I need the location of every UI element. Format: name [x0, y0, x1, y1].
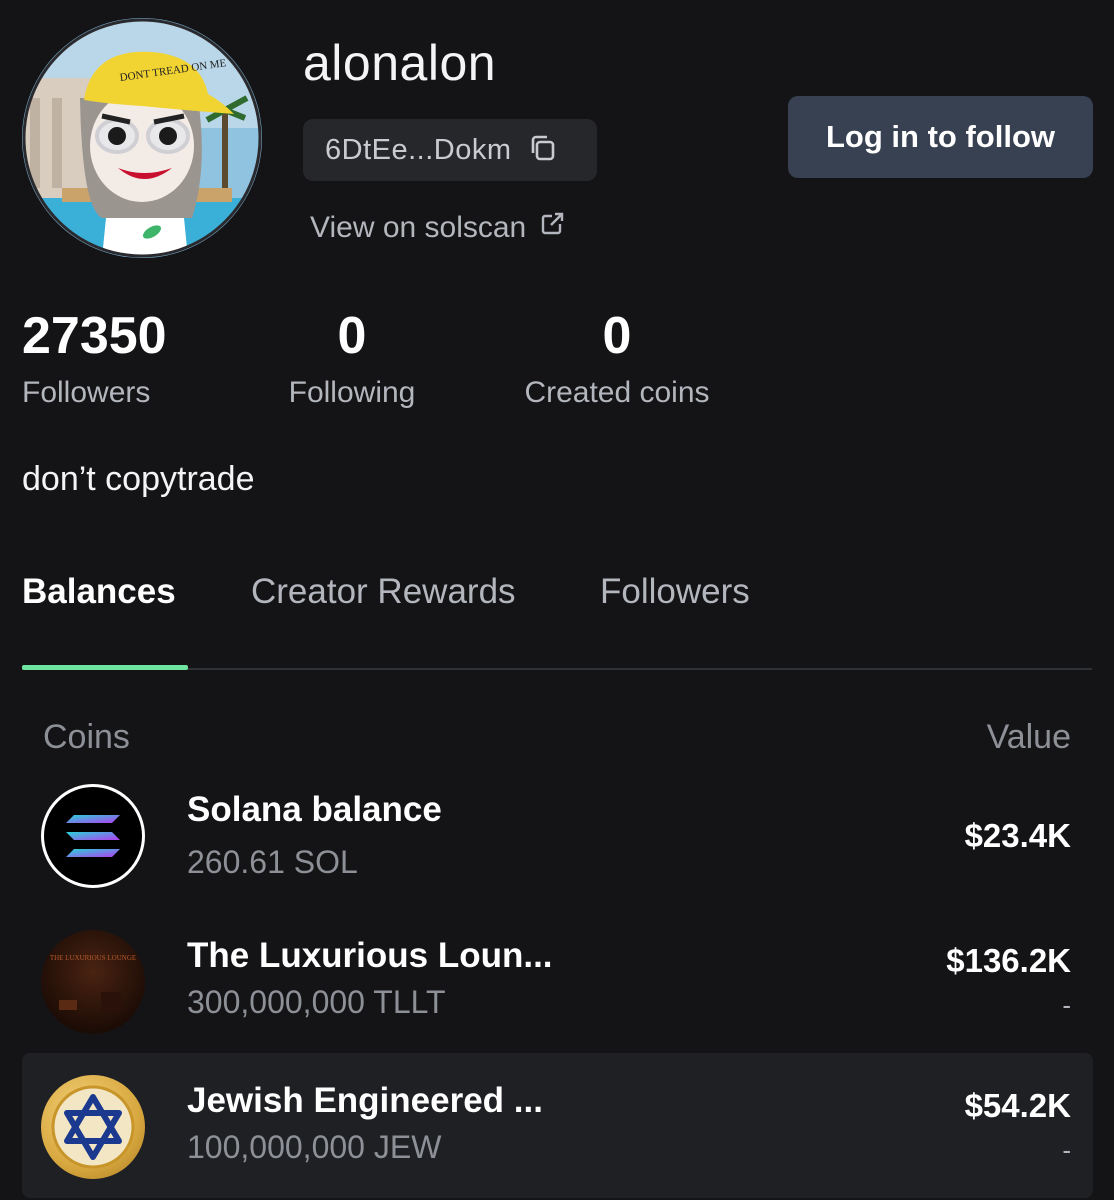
coin-value: $23.4K — [964, 817, 1071, 854]
luxurious-lounge-coin-icon: THE LUXURIOUS LOUNGE — [41, 930, 145, 1034]
coin-change: - — [1062, 990, 1071, 1020]
created-coins-label: Created coins — [524, 376, 710, 409]
following-label: Following — [288, 376, 416, 409]
view-on-solscan-link[interactable]: View on solscan — [310, 210, 566, 246]
coin-name: Jewish Engineered ... — [187, 1081, 543, 1120]
balance-row-solana[interactable]: Solana balance 260.61 SOL $23.4K — [22, 762, 1093, 907]
profile-bio: don’t copytrade — [22, 460, 255, 498]
followers-stat[interactable]: 27350 Followers — [22, 308, 167, 410]
username: alonalon — [303, 35, 497, 91]
created-coins-stat[interactable]: 0 Created coins — [515, 308, 719, 410]
followers-label: Followers — [22, 376, 151, 409]
tab-followers[interactable]: Followers — [600, 572, 750, 612]
profile-page: DONT TREAD ON ME alonalon 6DtEe...Dokm V… — [0, 0, 1114, 1200]
coin-name: Solana balance — [187, 790, 442, 829]
created-coins-count: 0 — [602, 307, 632, 365]
profile-avatar: DONT TREAD ON ME — [22, 18, 262, 258]
following-stat[interactable]: 0 Following — [284, 308, 420, 410]
coin-icon-text: THE LUXURIOUS LOUNGE — [50, 954, 136, 962]
solana-logo-icon — [41, 784, 145, 888]
copy-icon[interactable] — [528, 133, 558, 168]
value-column-header: Value — [986, 718, 1071, 756]
balance-row-jew[interactable]: Jewish Engineered ... 100,000,000 JEW $5… — [22, 1053, 1093, 1198]
external-link-icon — [538, 210, 566, 246]
tab-balances[interactable]: Balances — [22, 572, 176, 612]
wallet-address: 6DtEe...Dokm — [325, 133, 512, 166]
log-in-to-follow-button[interactable]: Log in to follow — [788, 96, 1093, 178]
coin-amount: 100,000,000 JEW — [187, 1129, 442, 1165]
coin-amount: 300,000,000 TLLT — [187, 984, 446, 1020]
coin-value: $136.2K — [946, 942, 1071, 979]
star-of-david-coin-icon — [41, 1075, 145, 1179]
solscan-link-label: View on solscan — [310, 211, 527, 244]
balance-row-tllt[interactable]: THE LUXURIOUS LOUNGE The Luxurious Loun.… — [22, 908, 1093, 1053]
followers-count: 27350 — [22, 307, 167, 365]
active-tab-indicator — [22, 665, 188, 670]
avatar-illustration: DONT TREAD ON ME — [22, 18, 262, 258]
coins-column-header: Coins — [43, 718, 130, 756]
wallet-address-chip[interactable]: 6DtEe...Dokm — [303, 119, 597, 181]
coin-change: - — [1062, 1135, 1071, 1165]
following-count: 0 — [337, 307, 367, 365]
coin-amount: 260.61 SOL — [187, 844, 358, 880]
profile-tabs: Balances Creator Rewards Followers — [22, 572, 1092, 670]
coin-value: $54.2K — [964, 1087, 1071, 1124]
coin-name: The Luxurious Loun... — [187, 936, 553, 975]
tab-creator-rewards[interactable]: Creator Rewards — [251, 572, 516, 612]
